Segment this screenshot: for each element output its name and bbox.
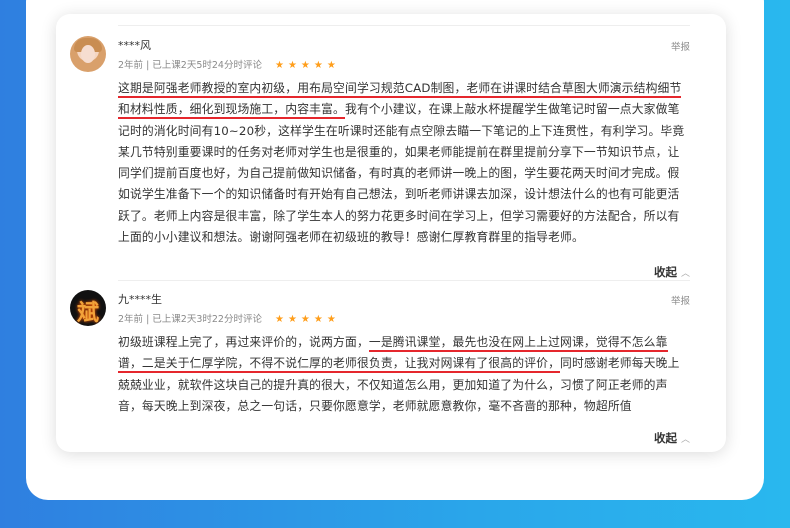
collapse-label: 收起 [653,431,677,445]
username[interactable]: ****风 [118,37,151,53]
star-rating: ★★★★★ [275,60,340,71]
review-text: 初级班课程上完了，再过来评价的，说两方面，一是腾讯课堂，最先也没在网上上过网课，… [118,332,688,417]
review-text: 这期是阿强老师教授的室内初级，用布局空间学习规范CAD制图，老师在讲课时结合草图… [118,78,688,248]
reviews-panel: ****风 2年前 | 已上课2天5时24分时评论 ★★★★★ 举报 这期是阿强… [56,14,726,452]
review-meta: 2年前 | 已上课2天5时24分时评论 ★★★★★ [118,57,340,71]
review-divider [118,280,690,281]
avatar[interactable]: 斌 [70,290,106,326]
username[interactable]: 九****生 [118,291,162,307]
review-date: 2年前 | 已上课2天5时24分时评论 [118,60,262,71]
collapse-button[interactable]: 收起 ︿ [647,430,690,446]
star-rating: ★★★★★ [275,314,340,325]
avatar[interactable] [70,36,106,72]
review-meta: 2年前 | 已上课2天3时22分时评论 ★★★★★ [118,311,340,325]
avatar-glyph: 斌 [76,300,99,326]
collapse-label: 收起 [653,265,677,279]
top-divider [118,25,690,26]
collapse-button[interactable]: 收起 ︿ [647,264,690,280]
report-link[interactable]: 举报 [671,39,690,53]
review-date: 2年前 | 已上课2天3时22分时评论 [118,314,262,325]
review-text-start: 初级班课程上完了，再过来评价的，说两方面， [118,335,369,349]
review-text-rest: 我有个小建议，在课上敲水杯提醒学生做笔记时留一点大家做笔记时的消化时间有10~2… [118,102,685,245]
chevron-up-icon: ︿ [680,435,690,445]
report-link[interactable]: 举报 [671,293,690,307]
avatar-face [81,45,95,63]
chevron-up-icon: ︿ [680,269,690,279]
